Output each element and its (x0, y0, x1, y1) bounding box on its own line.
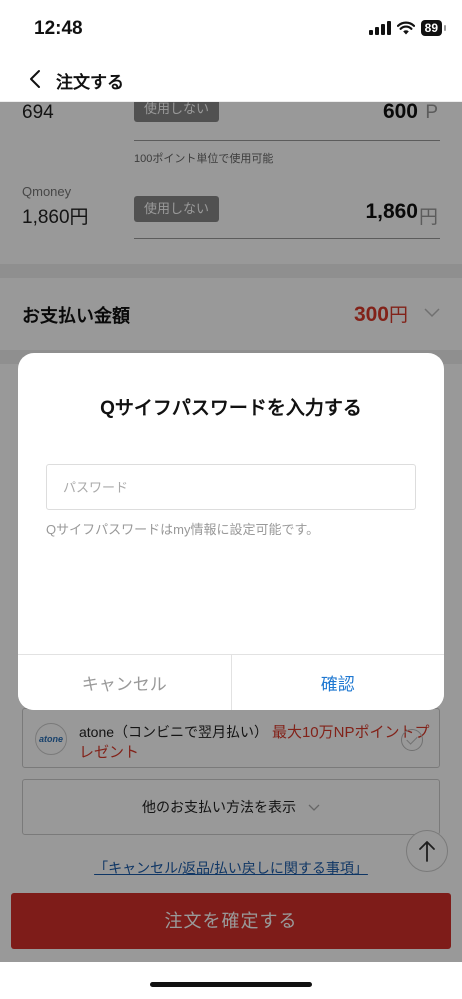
password-input[interactable] (46, 464, 416, 510)
dialog-actions: キャンセル 確認 (18, 654, 444, 710)
page-title: 注文する (56, 73, 124, 92)
cellular-signal-icon (368, 21, 391, 35)
password-dialog: Qサイフパスワードを入力する Qサイフパスワードはmy情報に設定可能です。 キャ… (18, 353, 444, 710)
wifi-icon (396, 21, 415, 35)
status-time: 12:48 (34, 18, 83, 39)
nav-bar: 注文する (0, 56, 462, 102)
confirm-button[interactable]: 確認 (231, 655, 444, 710)
battery-icon: 89 (420, 20, 447, 36)
password-note: Qサイフパスワードはmy情報に設定可能です。 (46, 522, 320, 537)
chevron-left-icon[interactable] (26, 68, 46, 90)
cancel-button[interactable]: キャンセル (18, 655, 232, 710)
status-bar: 12:48 89 (0, 0, 462, 56)
dialog-title: Qサイフパスワードを入力する (100, 398, 362, 419)
status-icons: 89 (368, 20, 447, 36)
home-indicator (150, 982, 312, 987)
